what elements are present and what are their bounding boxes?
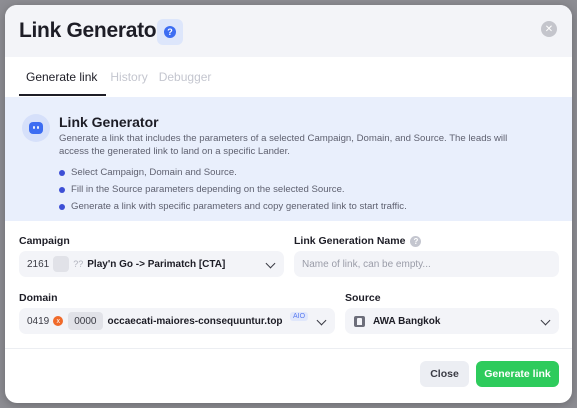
source-select[interactable]: AWA Bangkok	[345, 308, 559, 334]
error-x-icon: x	[53, 316, 64, 326]
domain-badge: AIO	[290, 312, 309, 321]
question-circle-icon: ?	[164, 26, 176, 38]
campaign-id: 2161	[27, 258, 50, 270]
info-list: Select Campaign, Domain and Source. Fill…	[59, 164, 407, 215]
list-item-text: Generate a link with specific parameters…	[71, 201, 407, 212]
source-icon	[354, 315, 365, 327]
chevron-down-icon	[316, 315, 327, 326]
modal-header: Link Generator ? ✕	[5, 5, 572, 57]
domain-select[interactable]: 0419 x 0000 occaecati-maiores-consequunt…	[19, 308, 335, 334]
robot-icon	[22, 114, 50, 142]
modal-title: Link Generator	[19, 19, 165, 42]
source-name: AWA Bangkok	[373, 315, 441, 327]
info-description: Generate a link that includes the parame…	[59, 133, 508, 157]
chevron-down-icon	[540, 315, 551, 326]
domain-label: Domain	[19, 292, 58, 304]
domain-chip: 0000	[68, 312, 103, 330]
help-button[interactable]: ?	[157, 19, 183, 45]
info-panel: Link Generator Generate a link that incl…	[5, 97, 572, 221]
list-item-text: Fill in the Source parameters depending …	[71, 184, 345, 195]
list-item: Fill in the Source parameters depending …	[59, 181, 407, 198]
tab-debugger[interactable]: Debugger	[155, 64, 219, 96]
chevron-down-icon	[265, 258, 276, 269]
footer-divider	[5, 348, 572, 349]
campaign-select[interactable]: 2161 ?? Play'n Go -> Parimatch [CTA]	[19, 251, 284, 277]
close-icon[interactable]: ✕	[541, 21, 557, 37]
tab-generate-link[interactable]: Generate link	[19, 64, 107, 96]
campaign-label: Campaign	[19, 235, 70, 247]
tab-bar: Generate link History Debugger	[19, 64, 218, 96]
question-circle-icon[interactable]: ?	[410, 235, 422, 247]
generate-link-button[interactable]: Generate link	[476, 361, 559, 387]
list-item: Select Campaign, Domain and Source.	[59, 164, 407, 181]
campaign-unknown-marks: ??	[73, 259, 84, 269]
close-button[interactable]: Close	[420, 361, 469, 387]
bullet-icon	[59, 186, 65, 193]
link-name-label: Link Generation Name?	[294, 235, 422, 247]
link-name-placeholder: Name of link, can be empty...	[302, 258, 431, 270]
domain-name: occaecati-maiores-consequuntur.top	[107, 315, 283, 327]
link-generator-modal: Link Generator ? ✕ Generate link History…	[5, 5, 572, 403]
bullet-icon	[59, 203, 65, 210]
info-title: Link Generator	[59, 114, 159, 130]
bullet-icon	[59, 169, 65, 176]
link-name-label-text: Link Generation Name	[294, 235, 406, 247]
campaign-name: Play'n Go -> Parimatch [CTA]	[87, 258, 226, 270]
domain-id: 0419	[27, 315, 50, 327]
campaign-chip	[53, 256, 70, 272]
link-name-input[interactable]: Name of link, can be empty...	[294, 251, 559, 277]
source-label: Source	[345, 292, 381, 304]
list-item: Generate a link with specific parameters…	[59, 198, 407, 215]
tab-history[interactable]: History	[106, 64, 154, 96]
list-item-text: Select Campaign, Domain and Source.	[71, 167, 237, 178]
